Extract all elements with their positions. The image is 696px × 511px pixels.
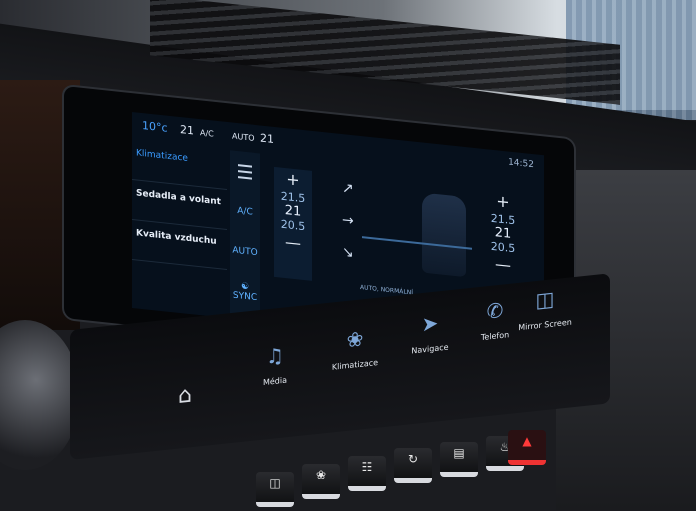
rear-defrost-button[interactable]: ▤ [440, 442, 478, 477]
music-note-icon: ♫ [266, 342, 284, 369]
navigation-icon: ➤ [421, 310, 439, 337]
mirror-screen-icon: ◫ [535, 286, 555, 313]
ac-status: A/C [200, 128, 214, 139]
car-button[interactable]: ◫ [256, 472, 294, 507]
home-icon: ⌂ [178, 382, 192, 409]
shortcut-media[interactable]: ♫ Média [240, 337, 310, 389]
sync-label: SYNC [232, 290, 258, 304]
shortcut-media-label: Média [262, 375, 288, 388]
seat-icon [422, 192, 466, 278]
fan-button[interactable]: ❀ [302, 464, 340, 499]
airflow-up-arrow-icon[interactable]: ↗ [342, 180, 354, 197]
hamburger-icon [238, 164, 252, 180]
menu-button[interactable] [230, 150, 260, 193]
shortcut-klimatizace[interactable]: ❀ Klimatizace [320, 321, 390, 373]
auto-status: AUTO [232, 131, 255, 143]
recirculation-button[interactable]: ↻ [394, 448, 432, 483]
shortcut-klimatizace-label: Klimatizace [331, 357, 379, 372]
climate-mode-column: A/C AUTO ☯ SYNC [230, 150, 260, 322]
ac-button[interactable]: A/C [230, 190, 260, 233]
passenger-temperature: 21 [260, 131, 274, 146]
volume-knob[interactable] [0, 320, 80, 470]
fan-icon: ❀ [346, 326, 364, 353]
clock: 14:52 [508, 157, 534, 171]
front-defrost-button[interactable]: ☷ [348, 456, 386, 491]
passenger-temp-down-button[interactable]: — [484, 252, 522, 278]
hazard-button[interactable]: ▲ [508, 430, 546, 465]
shortcut-mirror-screen-label: Mirror Screen [518, 317, 572, 333]
airflow-face-arrow-icon[interactable]: → [342, 212, 354, 229]
shortcut-navigace[interactable]: ➤ Navigace [395, 305, 465, 357]
driver-temp-down-button[interactable]: — [274, 230, 312, 256]
shortcut-mirror-screen[interactable]: ◫ Mirror Screen [510, 281, 580, 333]
driver-temperature: 21 [180, 123, 194, 138]
airflow-feet-arrow-icon[interactable]: ↘ [342, 244, 354, 261]
driver-temp-control: + 21.5 21 20.5 — [274, 166, 312, 281]
outside-temperature: 10°c [142, 119, 168, 135]
shortcut-navigace-label: Navigace [411, 342, 449, 356]
climate-menu: Klimatizace Sedadla a volant Kvalita vzd… [132, 140, 227, 318]
sync-button[interactable]: ☯ SYNC [230, 270, 260, 313]
auto-button[interactable]: AUTO [230, 230, 260, 273]
physical-buttons: ◫ ❀ ☷ ↻ ▤ ♨ ▲ [250, 430, 550, 507]
home-button[interactable]: ⌂ [140, 356, 230, 435]
airflow-diagram: ↗ → ↘ [322, 172, 472, 298]
